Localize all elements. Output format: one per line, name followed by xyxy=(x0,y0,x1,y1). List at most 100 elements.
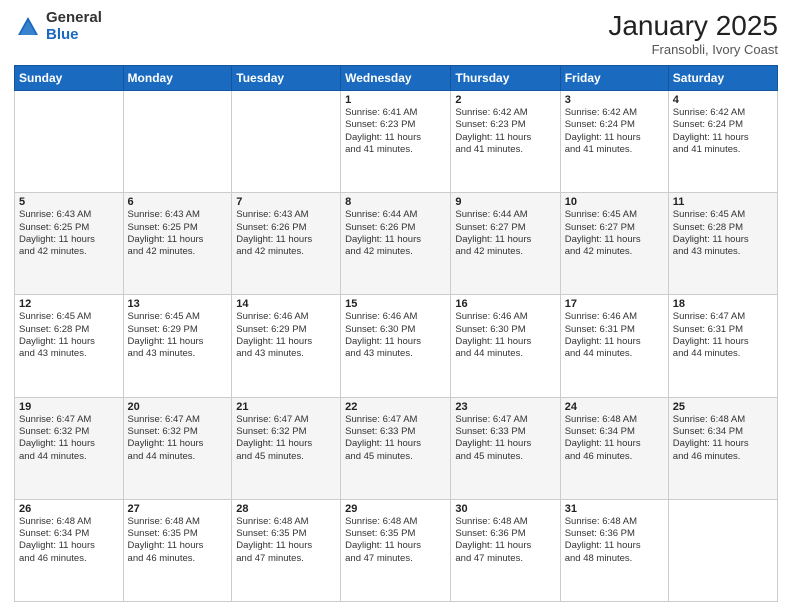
day-info: Sunrise: 6:42 AM Sunset: 6:24 PM Dayligh… xyxy=(565,107,664,156)
empty-cell xyxy=(232,91,341,193)
day-number: 9 xyxy=(455,196,555,208)
day-number: 14 xyxy=(236,298,336,310)
day-cell-20: 20Sunrise: 6:47 AM Sunset: 6:32 PM Dayli… xyxy=(123,397,232,499)
day-cell-16: 16Sunrise: 6:46 AM Sunset: 6:30 PM Dayli… xyxy=(451,295,560,397)
day-number: 17 xyxy=(565,298,664,310)
day-number: 18 xyxy=(673,298,773,310)
day-info: Sunrise: 6:47 AM Sunset: 6:32 PM Dayligh… xyxy=(19,414,119,463)
day-number: 29 xyxy=(345,503,446,515)
day-number: 30 xyxy=(455,503,555,515)
day-cell-4: 4Sunrise: 6:42 AM Sunset: 6:24 PM Daylig… xyxy=(668,91,777,193)
day-info: Sunrise: 6:43 AM Sunset: 6:25 PM Dayligh… xyxy=(128,209,228,258)
day-number: 12 xyxy=(19,298,119,310)
title-block: January 2025 Fransobli, Ivory Coast xyxy=(608,10,778,57)
day-info: Sunrise: 6:48 AM Sunset: 6:36 PM Dayligh… xyxy=(455,516,555,565)
empty-cell xyxy=(123,91,232,193)
page: General Blue January 2025 Fransobli, Ivo… xyxy=(0,0,792,612)
day-cell-29: 29Sunrise: 6:48 AM Sunset: 6:35 PM Dayli… xyxy=(341,499,451,601)
weekday-header-monday: Monday xyxy=(123,66,232,91)
day-number: 15 xyxy=(345,298,446,310)
day-info: Sunrise: 6:42 AM Sunset: 6:24 PM Dayligh… xyxy=(673,107,773,156)
calendar-table: SundayMondayTuesdayWednesdayThursdayFrid… xyxy=(14,65,778,602)
week-row-3: 12Sunrise: 6:45 AM Sunset: 6:28 PM Dayli… xyxy=(15,295,778,397)
empty-cell xyxy=(15,91,124,193)
weekday-header-row: SundayMondayTuesdayWednesdayThursdayFrid… xyxy=(15,66,778,91)
day-number: 16 xyxy=(455,298,555,310)
weekday-header-friday: Friday xyxy=(560,66,668,91)
day-number: 25 xyxy=(673,401,773,413)
logo-general-text: General xyxy=(46,10,102,27)
day-info: Sunrise: 6:47 AM Sunset: 6:32 PM Dayligh… xyxy=(128,414,228,463)
day-info: Sunrise: 6:44 AM Sunset: 6:26 PM Dayligh… xyxy=(345,209,446,258)
day-number: 27 xyxy=(128,503,228,515)
day-number: 10 xyxy=(565,196,664,208)
day-cell-22: 22Sunrise: 6:47 AM Sunset: 6:33 PM Dayli… xyxy=(341,397,451,499)
day-info: Sunrise: 6:46 AM Sunset: 6:31 PM Dayligh… xyxy=(565,311,664,360)
day-info: Sunrise: 6:48 AM Sunset: 6:35 PM Dayligh… xyxy=(236,516,336,565)
day-number: 22 xyxy=(345,401,446,413)
day-info: Sunrise: 6:46 AM Sunset: 6:30 PM Dayligh… xyxy=(455,311,555,360)
week-row-2: 5Sunrise: 6:43 AM Sunset: 6:25 PM Daylig… xyxy=(15,193,778,295)
day-info: Sunrise: 6:43 AM Sunset: 6:26 PM Dayligh… xyxy=(236,209,336,258)
day-cell-30: 30Sunrise: 6:48 AM Sunset: 6:36 PM Dayli… xyxy=(451,499,560,601)
day-cell-27: 27Sunrise: 6:48 AM Sunset: 6:35 PM Dayli… xyxy=(123,499,232,601)
day-info: Sunrise: 6:45 AM Sunset: 6:28 PM Dayligh… xyxy=(673,209,773,258)
day-number: 21 xyxy=(236,401,336,413)
day-number: 19 xyxy=(19,401,119,413)
day-cell-14: 14Sunrise: 6:46 AM Sunset: 6:29 PM Dayli… xyxy=(232,295,341,397)
day-info: Sunrise: 6:44 AM Sunset: 6:27 PM Dayligh… xyxy=(455,209,555,258)
day-info: Sunrise: 6:48 AM Sunset: 6:36 PM Dayligh… xyxy=(565,516,664,565)
logo: General Blue xyxy=(14,10,102,43)
day-cell-1: 1Sunrise: 6:41 AM Sunset: 6:23 PM Daylig… xyxy=(341,91,451,193)
weekday-header-wednesday: Wednesday xyxy=(341,66,451,91)
day-info: Sunrise: 6:48 AM Sunset: 6:34 PM Dayligh… xyxy=(19,516,119,565)
weekday-header-thursday: Thursday xyxy=(451,66,560,91)
day-number: 26 xyxy=(19,503,119,515)
day-cell-15: 15Sunrise: 6:46 AM Sunset: 6:30 PM Dayli… xyxy=(341,295,451,397)
weekday-header-saturday: Saturday xyxy=(668,66,777,91)
day-info: Sunrise: 6:42 AM Sunset: 6:23 PM Dayligh… xyxy=(455,107,555,156)
day-number: 6 xyxy=(128,196,228,208)
day-cell-17: 17Sunrise: 6:46 AM Sunset: 6:31 PM Dayli… xyxy=(560,295,668,397)
day-cell-12: 12Sunrise: 6:45 AM Sunset: 6:28 PM Dayli… xyxy=(15,295,124,397)
day-cell-13: 13Sunrise: 6:45 AM Sunset: 6:29 PM Dayli… xyxy=(123,295,232,397)
header: General Blue January 2025 Fransobli, Ivo… xyxy=(14,10,778,57)
day-number: 13 xyxy=(128,298,228,310)
logo-icon xyxy=(14,13,42,41)
day-info: Sunrise: 6:48 AM Sunset: 6:35 PM Dayligh… xyxy=(128,516,228,565)
week-row-5: 26Sunrise: 6:48 AM Sunset: 6:34 PM Dayli… xyxy=(15,499,778,601)
day-info: Sunrise: 6:47 AM Sunset: 6:33 PM Dayligh… xyxy=(455,414,555,463)
day-info: Sunrise: 6:43 AM Sunset: 6:25 PM Dayligh… xyxy=(19,209,119,258)
location-subtitle: Fransobli, Ivory Coast xyxy=(608,42,778,57)
week-row-4: 19Sunrise: 6:47 AM Sunset: 6:32 PM Dayli… xyxy=(15,397,778,499)
day-number: 20 xyxy=(128,401,228,413)
logo-text: General Blue xyxy=(46,10,102,43)
day-cell-19: 19Sunrise: 6:47 AM Sunset: 6:32 PM Dayli… xyxy=(15,397,124,499)
day-info: Sunrise: 6:46 AM Sunset: 6:29 PM Dayligh… xyxy=(236,311,336,360)
day-number: 5 xyxy=(19,196,119,208)
day-number: 28 xyxy=(236,503,336,515)
day-info: Sunrise: 6:46 AM Sunset: 6:30 PM Dayligh… xyxy=(345,311,446,360)
day-cell-21: 21Sunrise: 6:47 AM Sunset: 6:32 PM Dayli… xyxy=(232,397,341,499)
day-number: 8 xyxy=(345,196,446,208)
day-cell-24: 24Sunrise: 6:48 AM Sunset: 6:34 PM Dayli… xyxy=(560,397,668,499)
day-number: 4 xyxy=(673,94,773,106)
day-cell-9: 9Sunrise: 6:44 AM Sunset: 6:27 PM Daylig… xyxy=(451,193,560,295)
day-number: 11 xyxy=(673,196,773,208)
empty-cell xyxy=(668,499,777,601)
day-cell-5: 5Sunrise: 6:43 AM Sunset: 6:25 PM Daylig… xyxy=(15,193,124,295)
day-info: Sunrise: 6:45 AM Sunset: 6:27 PM Dayligh… xyxy=(565,209,664,258)
day-number: 2 xyxy=(455,94,555,106)
day-info: Sunrise: 6:48 AM Sunset: 6:35 PM Dayligh… xyxy=(345,516,446,565)
day-cell-11: 11Sunrise: 6:45 AM Sunset: 6:28 PM Dayli… xyxy=(668,193,777,295)
day-cell-10: 10Sunrise: 6:45 AM Sunset: 6:27 PM Dayli… xyxy=(560,193,668,295)
day-cell-2: 2Sunrise: 6:42 AM Sunset: 6:23 PM Daylig… xyxy=(451,91,560,193)
day-cell-26: 26Sunrise: 6:48 AM Sunset: 6:34 PM Dayli… xyxy=(15,499,124,601)
day-cell-7: 7Sunrise: 6:43 AM Sunset: 6:26 PM Daylig… xyxy=(232,193,341,295)
day-cell-28: 28Sunrise: 6:48 AM Sunset: 6:35 PM Dayli… xyxy=(232,499,341,601)
day-cell-25: 25Sunrise: 6:48 AM Sunset: 6:34 PM Dayli… xyxy=(668,397,777,499)
week-row-1: 1Sunrise: 6:41 AM Sunset: 6:23 PM Daylig… xyxy=(15,91,778,193)
day-cell-23: 23Sunrise: 6:47 AM Sunset: 6:33 PM Dayli… xyxy=(451,397,560,499)
day-number: 24 xyxy=(565,401,664,413)
day-cell-6: 6Sunrise: 6:43 AM Sunset: 6:25 PM Daylig… xyxy=(123,193,232,295)
